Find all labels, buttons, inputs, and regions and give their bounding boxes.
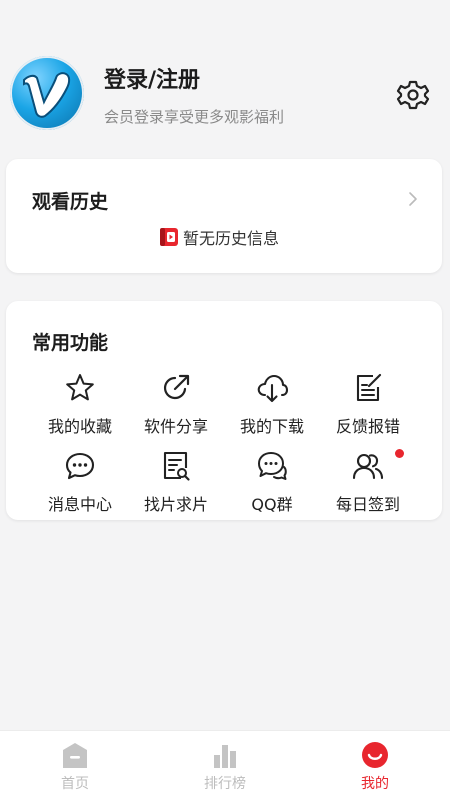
bar-chart-icon <box>214 745 236 768</box>
smile-face-icon <box>362 742 388 768</box>
bottom-tab-bar: 首页 排行榜 我的 <box>0 730 450 801</box>
my-favorites-label: 我的收藏 <box>47 417 112 436</box>
avatar[interactable] <box>10 56 84 130</box>
daily-checkin-button[interactable]: 每日签到 <box>320 449 416 515</box>
double-chat-icon <box>258 452 287 480</box>
software-share-label: 软件分享 <box>143 417 208 436</box>
message-center-button[interactable]: 消息中心 <box>32 449 128 515</box>
qq-group-label: QQ群 <box>251 495 293 514</box>
tab-mine[interactable]: 我的 <box>300 731 450 801</box>
book-icon <box>160 228 178 246</box>
tab-mine-label: 我的 <box>361 776 389 792</box>
tab-ranking-label: 排行榜 <box>204 776 246 792</box>
edit-note-icon <box>356 373 382 402</box>
login-register-link[interactable]: 登录/注册 <box>104 62 200 94</box>
history-empty-text: 暂无历史信息 <box>183 229 280 248</box>
notification-dot <box>395 449 404 458</box>
home-icon <box>63 743 87 768</box>
find-movie-label: 找片求片 <box>143 495 208 514</box>
chevron-right-icon[interactable] <box>406 190 420 208</box>
my-downloads-button[interactable]: 我的下载 <box>224 371 320 437</box>
message-center-label: 消息中心 <box>47 495 112 514</box>
feedback-label: 反馈报错 <box>335 417 400 436</box>
vimeo-v-logo-icon <box>23 72 71 118</box>
common-functions-title: 常用功能 <box>32 332 109 354</box>
users-icon <box>352 453 384 480</box>
software-share-button[interactable]: 软件分享 <box>128 371 224 437</box>
share-icon <box>163 374 190 400</box>
star-icon <box>66 374 94 401</box>
qq-group-button[interactable]: QQ群 <box>224 449 320 515</box>
feedback-button[interactable]: 反馈报错 <box>320 371 416 437</box>
my-favorites-button[interactable]: 我的收藏 <box>32 371 128 437</box>
watch-history-title: 观看历史 <box>32 191 109 213</box>
tab-home[interactable]: 首页 <box>0 731 150 801</box>
chat-bubble-icon <box>65 452 95 480</box>
member-benefit-text: 会员登录享受更多观影福利 <box>104 108 285 126</box>
history-empty-state: 暂无历史信息 <box>159 226 279 248</box>
my-downloads-label: 我的下载 <box>239 417 304 436</box>
tab-ranking[interactable]: 排行榜 <box>150 731 300 801</box>
cloud-download-icon <box>257 374 289 403</box>
watch-history-card[interactable]: 观看历史 暂无历史信息 <box>6 159 442 273</box>
daily-checkin-label: 每日签到 <box>335 495 400 514</box>
tab-home-label: 首页 <box>61 776 89 792</box>
document-search-icon <box>163 451 190 481</box>
gear-icon[interactable] <box>396 78 430 112</box>
find-movie-button[interactable]: 找片求片 <box>128 449 224 515</box>
common-functions-card: 常用功能 我的收藏 软件分享 我的下载 反馈报错 消息中心 找片求片 QQ群 每… <box>6 301 442 520</box>
profile-header: 登录/注册 会员登录享受更多观影福利 <box>0 0 450 150</box>
